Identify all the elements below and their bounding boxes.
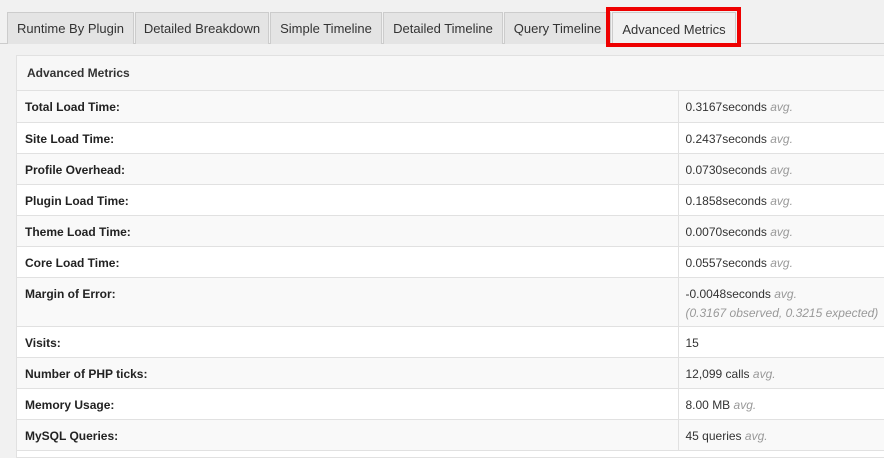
metric-avg-suffix: avg. bbox=[744, 428, 768, 443]
metric-label: Profile Overhead: bbox=[17, 153, 679, 185]
metric-value: 45 queries bbox=[685, 428, 742, 443]
table-row: Theme Load Time: 0.0070seconds avg. bbox=[17, 215, 884, 247]
tab-query-timeline[interactable]: Query Timeline bbox=[504, 12, 611, 44]
metric-label: Total Load Time: bbox=[17, 91, 679, 123]
tab-bar: Runtime By Plugin Detailed Breakdown Sim… bbox=[0, 0, 884, 45]
metric-value-cell: 0.1858seconds avg. bbox=[678, 184, 884, 216]
panel-title: Advanced Metrics bbox=[17, 56, 884, 91]
table-row: Number of PHP ticks: 12,099 calls avg. bbox=[17, 357, 884, 389]
table-row: Margin of Error: -0.0048seconds avg. (0.31… bbox=[17, 277, 884, 327]
metric-value: 8.00 MB bbox=[685, 397, 731, 412]
tab-runtime-by-plugin[interactable]: Runtime By Plugin bbox=[7, 12, 134, 44]
metric-value-cell: 15 bbox=[678, 326, 884, 358]
metric-label: Number of PHP ticks: bbox=[17, 357, 679, 389]
tab-advanced-metrics[interactable]: Advanced Metrics bbox=[612, 12, 736, 45]
metric-value-cell: 0.0557seconds avg. bbox=[678, 246, 884, 278]
tab-simple-timeline[interactable]: Simple Timeline bbox=[270, 12, 382, 44]
table-row: Memory Usage: 8.00 MB avg. bbox=[17, 388, 884, 420]
metric-value-cell: 0.3167seconds avg. bbox=[678, 91, 884, 123]
metric-avg-suffix: avg. bbox=[770, 162, 793, 177]
metric-value-cell: 8.00 MB avg. bbox=[678, 388, 884, 420]
metric-value: 0.0730seconds bbox=[685, 162, 767, 177]
metric-value-cell: 0.0730seconds avg. bbox=[678, 153, 884, 185]
metric-avg-suffix: avg. bbox=[770, 255, 793, 270]
metric-value-cell: 0.0070seconds avg. bbox=[678, 215, 884, 247]
metric-value-cell: 12,099 calls avg. bbox=[678, 357, 884, 389]
metric-value: 15 bbox=[685, 335, 699, 350]
metric-label: Core Load Time: bbox=[17, 246, 679, 278]
metric-label: Margin of Error: bbox=[17, 277, 679, 327]
metric-value: 12,099 calls bbox=[685, 366, 750, 381]
metric-label: Site Load Time: bbox=[17, 122, 679, 154]
metric-avg-suffix: avg. bbox=[770, 224, 793, 239]
table-row: MySQL Queries: 45 queries avg. bbox=[17, 419, 884, 451]
metric-value: 0.0070seconds bbox=[685, 224, 767, 239]
metric-label: Plugin Load Time: bbox=[17, 184, 679, 216]
metric-value: -0.0048seconds bbox=[685, 286, 771, 301]
metric-label: Visits: bbox=[17, 326, 679, 358]
metric-value: 0.0557seconds bbox=[685, 255, 767, 270]
table-row: Site Load Time: 0.2437seconds avg. bbox=[17, 122, 884, 154]
table-row: Total Load Time: 0.3167seconds avg. bbox=[17, 91, 884, 123]
metric-note: (0.3167 observed, 0.3215 expected) bbox=[685, 305, 879, 320]
metric-avg-suffix: avg. bbox=[774, 286, 797, 301]
metric-label: Theme Load Time: bbox=[17, 215, 679, 247]
metric-avg-suffix: avg. bbox=[752, 366, 776, 381]
tab-detailed-breakdown[interactable]: Detailed Breakdown bbox=[135, 12, 269, 44]
metric-value-cell: 0.2437seconds avg. bbox=[678, 122, 884, 154]
metric-value-cell: -0.0048seconds avg. (0.3167 observed, 0.3… bbox=[678, 277, 884, 327]
tab-detailed-timeline[interactable]: Detailed Timeline bbox=[383, 12, 503, 44]
advanced-metrics-panel: Advanced Metrics Total Load Time: 0.3167s… bbox=[16, 55, 884, 458]
metric-avg-suffix: avg. bbox=[770, 100, 793, 114]
metric-value: 0.1858seconds bbox=[685, 193, 767, 208]
metric-avg-suffix: avg. bbox=[770, 131, 793, 146]
metric-label: MySQL Queries: bbox=[17, 419, 679, 451]
table-row: Visits: 15 bbox=[17, 326, 884, 358]
metric-value-cell: 45 queries avg. bbox=[678, 419, 884, 451]
table-row: Profile Overhead: 0.0730seconds avg. bbox=[17, 153, 884, 185]
metric-avg-suffix: avg. bbox=[733, 397, 757, 412]
metric-value: 0.2437seconds bbox=[685, 131, 767, 146]
table-row: Plugin Load Time: 0.1858seconds avg. bbox=[17, 184, 884, 216]
metrics-table: Total Load Time: 0.3167seconds avg. Site L… bbox=[17, 91, 884, 451]
table-row: Core Load Time: 0.0557seconds avg. bbox=[17, 246, 884, 278]
metric-value: 0.3167seconds bbox=[685, 100, 767, 114]
metric-avg-suffix: avg. bbox=[770, 193, 793, 208]
metric-label: Memory Usage: bbox=[17, 388, 679, 420]
